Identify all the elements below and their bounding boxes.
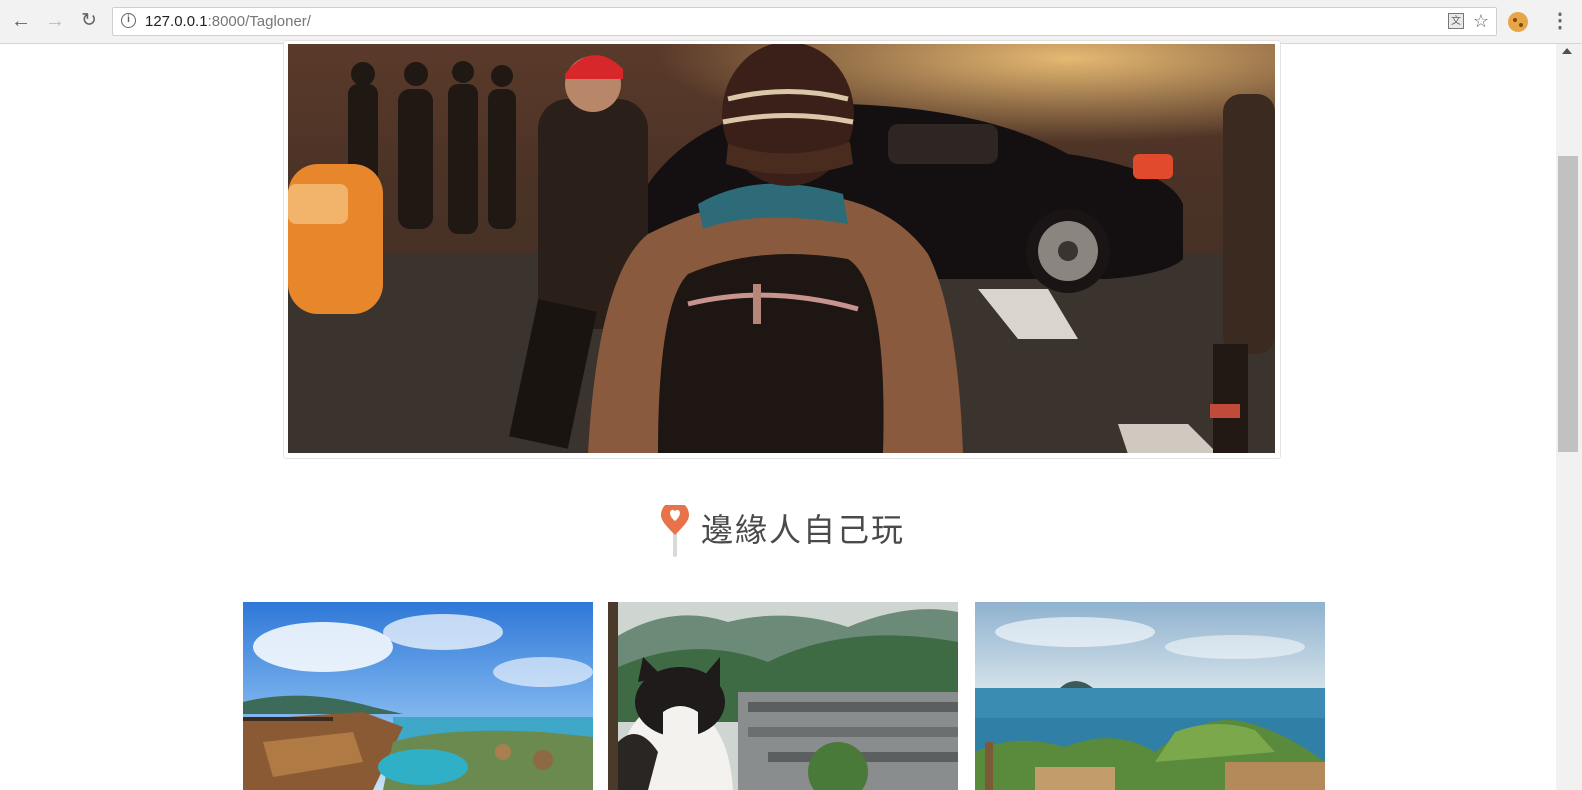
- forward-arrow-icon[interactable]: →: [44, 10, 66, 32]
- cookie-icon[interactable]: [1508, 12, 1528, 32]
- url-text[interactable]: 127.0.0.1:8000/Tagloner/: [145, 13, 311, 30]
- section-title: 邊緣人自己玩: [701, 511, 906, 549]
- street-backpacker-photo: [288, 44, 1275, 453]
- cat-mountain-village-photo[interactable]: [608, 602, 958, 790]
- map-pin-heart-icon: [661, 505, 689, 559]
- sea-island-cliff-photo[interactable]: [975, 602, 1325, 790]
- url-host: 127.0.0.1: [145, 13, 208, 30]
- address-bar[interactable]: i 127.0.0.1:8000/Tagloner/ 文 ☆: [112, 7, 1497, 36]
- back-arrow-icon[interactable]: ←: [10, 10, 32, 32]
- browser-toolbar: ← → ↻ i 127.0.0.1:8000/Tagloner/ 文 ☆ ⋮: [0, 0, 1582, 44]
- info-icon[interactable]: i: [121, 13, 136, 28]
- reload-icon[interactable]: ↻: [78, 10, 100, 32]
- coastal-rock-formations-photo[interactable]: [243, 602, 593, 790]
- scrollbar-thumb[interactable]: [1558, 156, 1578, 452]
- url-path: :8000/Tagloner/: [207, 13, 311, 30]
- star-icon[interactable]: ☆: [1473, 11, 1489, 32]
- scroll-up-arrow-icon[interactable]: [1562, 48, 1572, 54]
- translate-icon[interactable]: 文: [1448, 13, 1464, 29]
- menu-icon[interactable]: ⋮: [1550, 10, 1570, 32]
